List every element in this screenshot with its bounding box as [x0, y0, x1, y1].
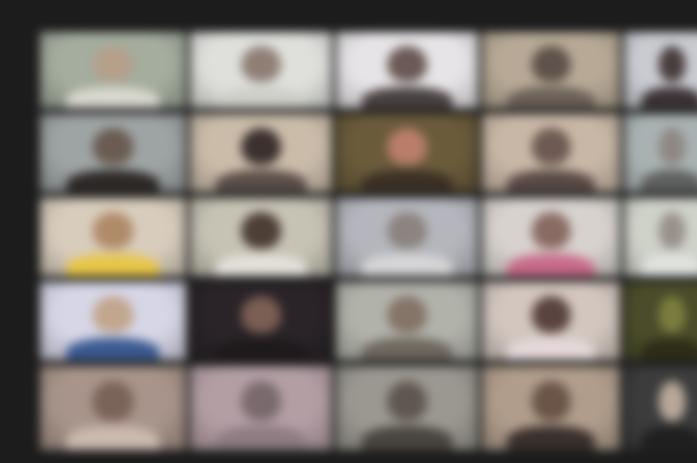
participant-silhouette-head [387, 381, 427, 422]
participant-tile[interactable] [624, 198, 697, 276]
participant-silhouette-head [241, 128, 281, 166]
participant-silhouette-head [387, 212, 427, 250]
participant-tile[interactable] [40, 198, 186, 276]
participant-tile[interactable] [40, 366, 186, 450]
participant-silhouette-body [215, 337, 307, 360]
participant-silhouette-head [387, 296, 427, 334]
participant-tile[interactable] [482, 366, 620, 450]
participant-silhouette-body [506, 337, 596, 360]
participant-tile[interactable] [336, 366, 478, 450]
participant-silhouette-body [361, 86, 453, 108]
participant-silhouette-body [215, 253, 307, 276]
participant-silhouette-body [361, 253, 453, 276]
participant-silhouette-head [241, 45, 281, 83]
participant-tile[interactable] [190, 32, 332, 108]
participant-tile[interactable] [40, 32, 186, 108]
participant-silhouette-head [241, 296, 281, 334]
participant-tile[interactable] [336, 198, 478, 276]
participant-tile[interactable] [482, 198, 620, 276]
participant-silhouette-head [531, 381, 571, 422]
participant-silhouette-body [641, 337, 697, 360]
participant-silhouette-head [531, 128, 571, 166]
participant-silhouette-head [531, 296, 571, 334]
participant-tile[interactable] [40, 282, 186, 360]
participant-silhouette-body [361, 425, 453, 450]
participant-tile[interactable] [624, 366, 697, 450]
participant-silhouette-body [215, 169, 307, 192]
participant-tile[interactable] [40, 114, 186, 192]
participant-silhouette-body [66, 86, 160, 108]
participant-silhouette-body [506, 425, 596, 450]
participant-tile[interactable] [190, 366, 332, 450]
participant-silhouette-body [641, 425, 697, 450]
participant-silhouette-body [66, 337, 160, 360]
participant-silhouette-body [66, 253, 160, 276]
participant-silhouette-head [241, 381, 281, 422]
participant-silhouette-head [658, 45, 686, 83]
video-call-gallery [0, 0, 697, 463]
participant-silhouette-body [215, 86, 307, 108]
participant-silhouette-head [241, 212, 281, 250]
participant-silhouette-body [506, 253, 596, 276]
participant-silhouette-head [92, 212, 134, 250]
participant-silhouette-body [641, 86, 697, 108]
participant-silhouette-head [531, 212, 571, 250]
participant-silhouette-head [92, 45, 134, 83]
participant-tile[interactable] [336, 114, 478, 192]
participant-silhouette-body [215, 425, 307, 450]
participant-silhouette-head [658, 381, 686, 422]
participant-silhouette-head [387, 128, 427, 166]
participant-tile[interactable] [482, 114, 620, 192]
participant-tile[interactable] [190, 114, 332, 192]
participant-tile[interactable] [190, 282, 332, 360]
participant-silhouette-body [361, 169, 453, 192]
participant-tile[interactable] [336, 282, 478, 360]
participant-silhouette-head [92, 128, 134, 166]
participant-silhouette-body [361, 337, 453, 360]
participant-silhouette-head [92, 296, 134, 334]
participant-silhouette-body [506, 169, 596, 192]
participant-tile[interactable] [624, 32, 697, 108]
participant-tile[interactable] [624, 282, 697, 360]
participant-silhouette-head [658, 296, 686, 334]
participant-tile[interactable] [624, 114, 697, 192]
participant-silhouette-head [531, 45, 571, 83]
participant-silhouette-head [92, 381, 134, 422]
participant-silhouette-head [658, 212, 686, 250]
participant-silhouette-body [641, 253, 697, 276]
participant-silhouette-body [66, 169, 160, 192]
participant-tile[interactable] [482, 282, 620, 360]
participant-silhouette-body [506, 86, 596, 108]
participant-tile[interactable] [336, 32, 478, 108]
participant-tile[interactable] [190, 198, 332, 276]
participant-grid [40, 32, 697, 452]
participant-silhouette-head [658, 128, 686, 166]
participant-silhouette-head [387, 45, 427, 83]
participant-tile[interactable] [482, 32, 620, 108]
participant-silhouette-body [66, 425, 160, 450]
participant-silhouette-body [641, 169, 697, 192]
